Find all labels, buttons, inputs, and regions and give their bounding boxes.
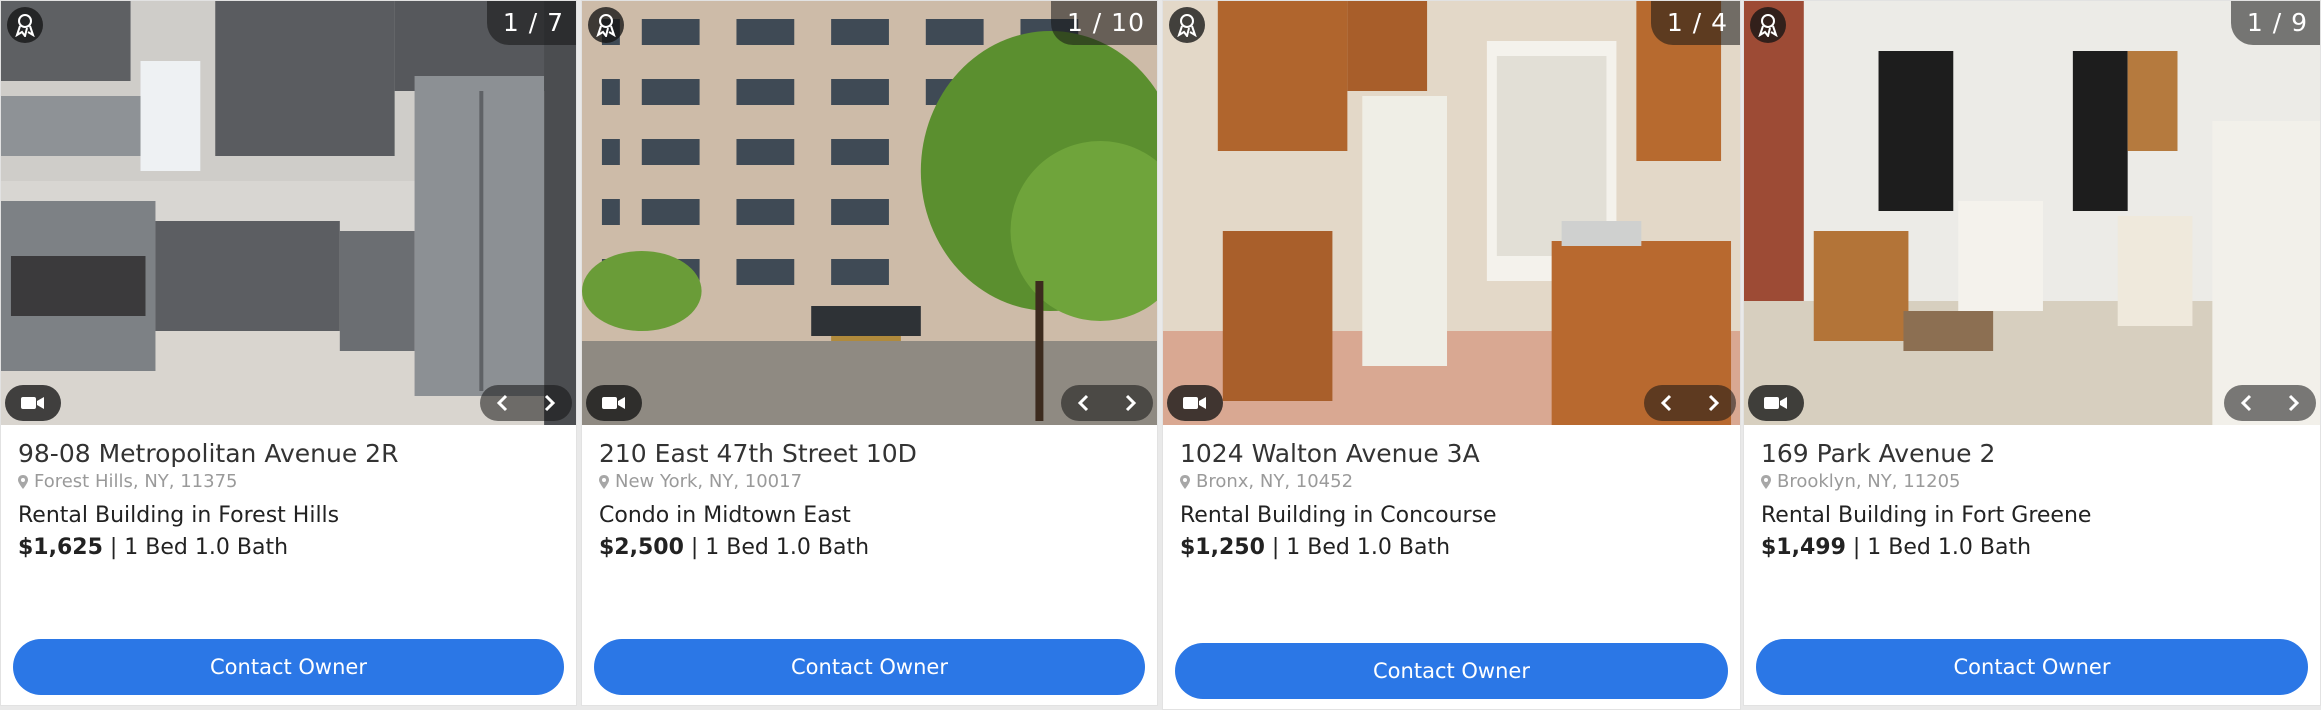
- listing-type: Rental Building in Forest Hills: [18, 503, 340, 528]
- chevron-right-icon[interactable]: [2280, 389, 2308, 417]
- video-camera-icon[interactable]: [1167, 385, 1223, 421]
- video-camera-icon[interactable]: [1748, 385, 1804, 421]
- map-pin-icon: [18, 475, 28, 489]
- listing-price: $1,250: [1180, 535, 1265, 560]
- award-ribbon-icon[interactable]: [588, 7, 624, 43]
- listing-price: $2,500: [599, 535, 684, 560]
- chevron-left-icon[interactable]: [2232, 389, 2260, 417]
- listing-type: Rental Building in Fort Greene: [1761, 503, 2092, 528]
- price-line: $1,625 | 1 Bed 1.0 Bath: [18, 534, 560, 562]
- listing-card[interactable]: 1 / 10 210 East 47th Street 10D New York…: [581, 0, 1158, 706]
- location-text: Brooklyn, NY, 11205: [1777, 471, 1961, 492]
- map-pin-icon: [1761, 475, 1771, 489]
- listing-info: 169 Park Avenue 2 Brooklyn, NY, 11205 Re…: [1744, 425, 2320, 562]
- video-camera-icon[interactable]: [586, 385, 642, 421]
- listing-location: Forest Hills, NY, 11375: [18, 471, 560, 493]
- kitchen-photo: [1163, 1, 1740, 425]
- award-ribbon-icon[interactable]: [7, 7, 43, 43]
- listing-location: Brooklyn, NY, 11205: [1761, 471, 2304, 493]
- photo-counter: 1 / 9: [2230, 1, 2320, 45]
- chevron-right-icon[interactable]: [1700, 389, 1728, 417]
- listing-title[interactable]: 210 East 47th Street 10D: [599, 439, 1141, 469]
- map-pin-icon: [599, 475, 609, 489]
- listing-details: | 1 Bed 1.0 Bath: [690, 535, 870, 560]
- location-text: Forest Hills, NY, 11375: [34, 471, 238, 492]
- map-pin-icon: [1180, 475, 1190, 489]
- listing-card[interactable]: 1 / 7 98-08 Metropolitan Avenue 2R Fores…: [0, 0, 577, 706]
- listing-price: $1,499: [1761, 535, 1846, 560]
- listing-grid: 1 / 7 98-08 Metropolitan Avenue 2R Fores…: [0, 0, 2321, 710]
- listing-card[interactable]: 1 / 9 169 Park Avenue 2 Brooklyn, NY, 11…: [1743, 0, 2321, 706]
- location-text: New York, NY, 10017: [615, 471, 803, 492]
- building-photo: [582, 1, 1157, 425]
- listing-price: $1,625: [18, 535, 103, 560]
- listing-location: New York, NY, 10017: [599, 471, 1141, 493]
- listing-card[interactable]: 1 / 4 1024 Walton Avenue 3A Bronx, NY, 1…: [1162, 0, 1741, 710]
- chevron-left-icon[interactable]: [1652, 389, 1680, 417]
- contact-owner-button[interactable]: Contact Owner: [1175, 643, 1728, 699]
- chevron-right-icon[interactable]: [1117, 389, 1145, 417]
- listing-title[interactable]: 169 Park Avenue 2: [1761, 439, 2304, 469]
- chevron-right-icon[interactable]: [536, 389, 564, 417]
- photo-counter: 1 / 4: [1650, 1, 1740, 45]
- video-camera-icon[interactable]: [5, 385, 61, 421]
- listing-type: Rental Building in Concourse: [1180, 503, 1497, 528]
- listing-details: | 1 Bed 1.0 Bath: [109, 535, 289, 560]
- location-text: Bronx, NY, 10452: [1196, 471, 1354, 492]
- kitchen-photo: [1, 1, 576, 425]
- chevron-left-icon[interactable]: [1069, 389, 1097, 417]
- listing-photo[interactable]: 1 / 4: [1163, 1, 1740, 425]
- chevron-left-icon[interactable]: [488, 389, 516, 417]
- listing-photo[interactable]: 1 / 9: [1744, 1, 2320, 425]
- listing-info: 98-08 Metropolitan Avenue 2R Forest Hill…: [1, 425, 576, 562]
- listing-location: Bronx, NY, 10452: [1180, 471, 1724, 493]
- listing-photo[interactable]: 1 / 10: [582, 1, 1157, 425]
- photo-nav: [1644, 385, 1736, 421]
- listing-type: Condo in Midtown East: [599, 503, 851, 528]
- photo-nav: [480, 385, 572, 421]
- kitchen-photo: [1744, 1, 2320, 425]
- award-ribbon-icon[interactable]: [1750, 7, 1786, 43]
- photo-nav: [2224, 385, 2316, 421]
- contact-owner-button[interactable]: Contact Owner: [1756, 639, 2308, 695]
- photo-nav: [1061, 385, 1153, 421]
- listing-info: 1024 Walton Avenue 3A Bronx, NY, 10452 R…: [1163, 425, 1740, 562]
- photo-counter: 1 / 7: [486, 1, 576, 45]
- price-line: $1,499 | 1 Bed 1.0 Bath: [1761, 534, 2304, 562]
- contact-owner-button[interactable]: Contact Owner: [13, 639, 564, 695]
- listing-photo[interactable]: 1 / 7: [1, 1, 576, 425]
- listing-title[interactable]: 98-08 Metropolitan Avenue 2R: [18, 439, 560, 469]
- listing-details: | 1 Bed 1.0 Bath: [1271, 535, 1451, 560]
- contact-owner-button[interactable]: Contact Owner: [594, 639, 1145, 695]
- price-line: $2,500 | 1 Bed 1.0 Bath: [599, 534, 1141, 562]
- listing-title[interactable]: 1024 Walton Avenue 3A: [1180, 439, 1724, 469]
- award-ribbon-icon[interactable]: [1169, 7, 1205, 43]
- listing-details: | 1 Bed 1.0 Bath: [1852, 535, 2032, 560]
- price-line: $1,250 | 1 Bed 1.0 Bath: [1180, 534, 1724, 562]
- listing-info: 210 East 47th Street 10D New York, NY, 1…: [582, 425, 1157, 562]
- photo-counter: 1 / 10: [1050, 1, 1157, 45]
